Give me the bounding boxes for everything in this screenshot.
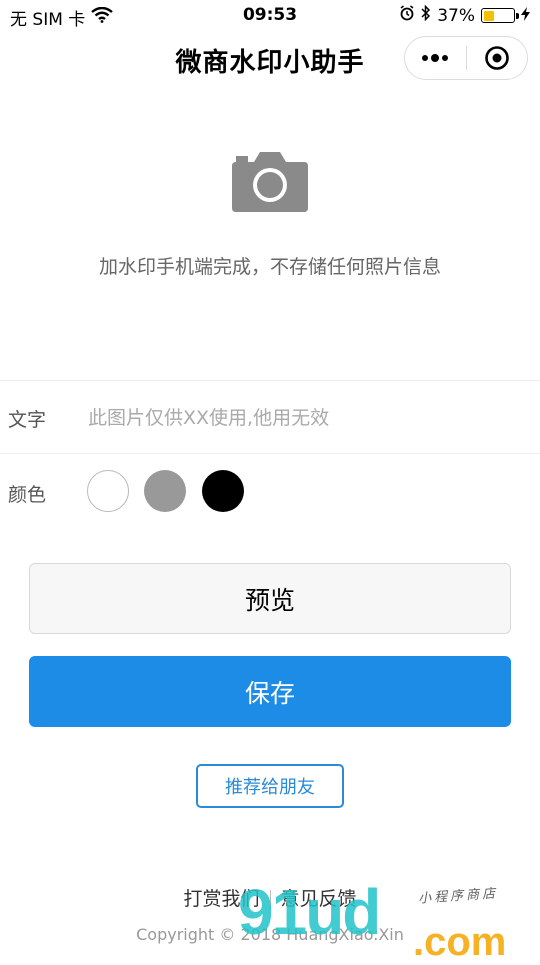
text-label: 文字 [8, 409, 47, 431]
color-label: 颜色 [8, 484, 47, 506]
watermark-text-input[interactable] [86, 399, 510, 437]
close-miniprogram-button[interactable] [467, 37, 528, 79]
watermark-domain: .com [413, 920, 507, 964]
charging-icon [521, 6, 530, 26]
alarm-icon [399, 5, 415, 26]
color-swatch-white[interactable] [87, 470, 129, 512]
target-close-icon [484, 46, 509, 70]
more-dots-icon [422, 54, 449, 62]
status-right: 37% [399, 4, 530, 26]
miniprogram-capsule [404, 36, 528, 80]
battery-icon [481, 8, 519, 23]
nav-bar: 微商水印小助手 [0, 30, 540, 86]
color-row: 颜色 [0, 453, 540, 528]
preview-button[interactable]: 预览 [29, 563, 511, 634]
site-watermark: 91ud .com 小程序商店 [238, 876, 506, 964]
status-bar: 无 SIM 卡 09:53 37% [0, 0, 540, 30]
more-button[interactable] [405, 37, 466, 79]
photo-picker[interactable]: 加水印手机端完成，不存储任何照片信息 [0, 150, 540, 279]
battery-percent: 37% [437, 5, 475, 26]
text-row: 文字 [0, 380, 540, 453]
privacy-hint: 加水印手机端完成，不存储任何照片信息 [98, 256, 441, 278]
color-swatch-black[interactable] [202, 470, 244, 512]
color-swatch-gray[interactable] [144, 470, 186, 512]
bluetooth-icon [421, 4, 431, 26]
save-button[interactable]: 保存 [29, 656, 511, 727]
watermark-logo: 91ud [238, 876, 381, 948]
battery-fill [483, 10, 495, 21]
share-button[interactable]: 推荐给朋友 [196, 764, 344, 808]
camera-icon[interactable] [232, 150, 308, 212]
